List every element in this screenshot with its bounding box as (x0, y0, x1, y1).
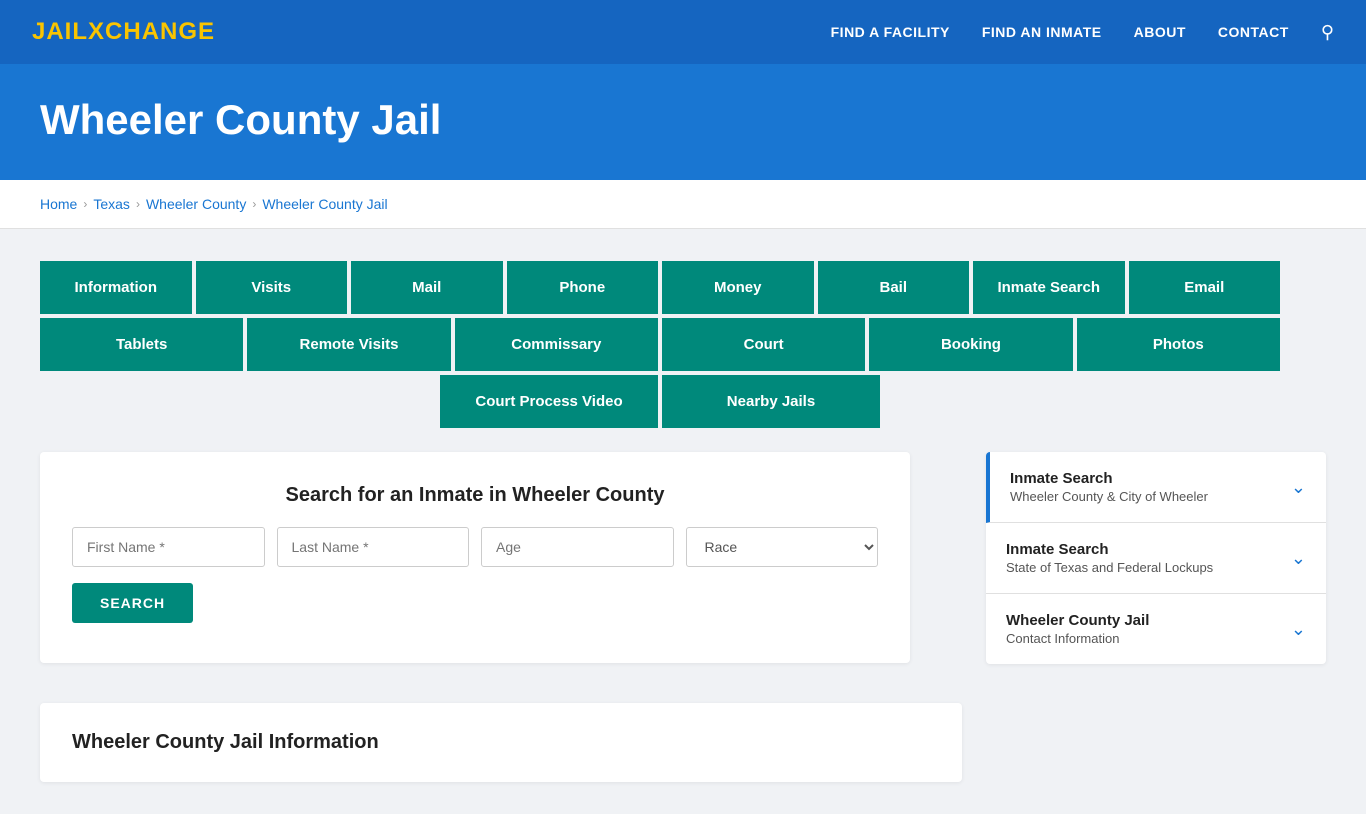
logo-exchange: CHANGE (105, 18, 215, 45)
breadcrumb-home[interactable]: Home (40, 196, 77, 212)
nav-find-facility[interactable]: FIND A FACILITY (831, 24, 950, 40)
nav-find-inmate[interactable]: FIND AN INMATE (982, 24, 1102, 40)
tab-visits[interactable]: Visits (196, 261, 348, 314)
search-title: Search for an Inmate in Wheeler County (72, 484, 878, 507)
search-fields: Race White Black Hispanic Asian Other (72, 527, 878, 567)
tab-court-process-video[interactable]: Court Process Video (440, 375, 658, 428)
breadcrumb-bar: Home › Texas › Wheeler County › Wheeler … (0, 180, 1366, 229)
breadcrumb-sep-1: › (83, 197, 87, 211)
search-panel: Search for an Inmate in Wheeler County R… (40, 452, 910, 663)
tab-photos[interactable]: Photos (1077, 318, 1280, 371)
tab-remote-visits[interactable]: Remote Visits (247, 318, 450, 371)
logo-jail: JAIL (32, 18, 88, 45)
breadcrumb-texas[interactable]: Texas (93, 196, 130, 212)
search-button[interactable]: SEARCH (72, 583, 193, 623)
sidebar: Inmate Search Wheeler County & City of W… (986, 452, 1326, 664)
sidebar-item-sub-3: Contact Information (1006, 631, 1149, 646)
main-content: Information Visits Mail Phone Money Bail… (0, 229, 1366, 814)
tab-mail[interactable]: Mail (351, 261, 503, 314)
logo-x: X (88, 18, 105, 45)
header: JAILXCHANGE FIND A FACILITY FIND AN INMA… (0, 0, 1366, 64)
breadcrumb: Home › Texas › Wheeler County › Wheeler … (40, 196, 1326, 212)
tab-inmate-search[interactable]: Inmate Search (973, 261, 1125, 314)
hero-section: Wheeler County Jail (0, 64, 1366, 180)
breadcrumb-sep-2: › (136, 197, 140, 211)
sidebar-item-inmate-search-county[interactable]: Inmate Search Wheeler County & City of W… (986, 452, 1326, 523)
tab-money[interactable]: Money (662, 261, 814, 314)
tabs-grid: Information Visits Mail Phone Money Bail… (40, 261, 1280, 428)
main-nav: FIND A FACILITY FIND AN INMATE ABOUT CON… (831, 22, 1334, 43)
chevron-down-icon-2: ⌄ (1291, 548, 1306, 569)
sidebar-item-title-1: Inmate Search (1010, 470, 1208, 487)
sidebar-item-title-3: Wheeler County Jail (1006, 612, 1149, 629)
tab-email[interactable]: Email (1129, 261, 1281, 314)
nav-about[interactable]: ABOUT (1134, 24, 1186, 40)
age-input[interactable] (481, 527, 674, 567)
tab-phone[interactable]: Phone (507, 261, 659, 314)
first-name-input[interactable] (72, 527, 265, 567)
sidebar-item-title-2: Inmate Search (1006, 541, 1213, 558)
sidebar-item-contact-info[interactable]: Wheeler County Jail Contact Information … (986, 594, 1326, 664)
sidebar-item-sub-2: State of Texas and Federal Lockups (1006, 560, 1213, 575)
tab-nearby-jails[interactable]: Nearby Jails (662, 375, 880, 428)
logo[interactable]: JAILXCHANGE (32, 18, 215, 46)
info-title: Wheeler County Jail Information (72, 731, 930, 754)
content-area: Search for an Inmate in Wheeler County R… (40, 452, 1326, 782)
tab-bail[interactable]: Bail (818, 261, 970, 314)
breadcrumb-sep-3: › (252, 197, 256, 211)
breadcrumb-county[interactable]: Wheeler County (146, 196, 246, 212)
info-section: Wheeler County Jail Information (40, 703, 962, 782)
breadcrumb-jail[interactable]: Wheeler County Jail (262, 196, 387, 212)
sidebar-item-sub-1: Wheeler County & City of Wheeler (1010, 489, 1208, 504)
nav-contact[interactable]: CONTACT (1218, 24, 1289, 40)
race-select[interactable]: Race White Black Hispanic Asian Other (686, 527, 879, 567)
tab-booking[interactable]: Booking (869, 318, 1072, 371)
tab-tablets[interactable]: Tablets (40, 318, 243, 371)
sidebar-item-inmate-search-state[interactable]: Inmate Search State of Texas and Federal… (986, 523, 1326, 594)
page-title: Wheeler County Jail (40, 96, 1326, 144)
tab-commissary[interactable]: Commissary (455, 318, 658, 371)
tab-court[interactable]: Court (662, 318, 865, 371)
chevron-down-icon-3: ⌄ (1291, 619, 1306, 640)
search-icon[interactable]: ⚲ (1321, 22, 1334, 43)
chevron-down-icon-1: ⌄ (1291, 477, 1306, 498)
last-name-input[interactable] (277, 527, 470, 567)
tab-information[interactable]: Information (40, 261, 192, 314)
